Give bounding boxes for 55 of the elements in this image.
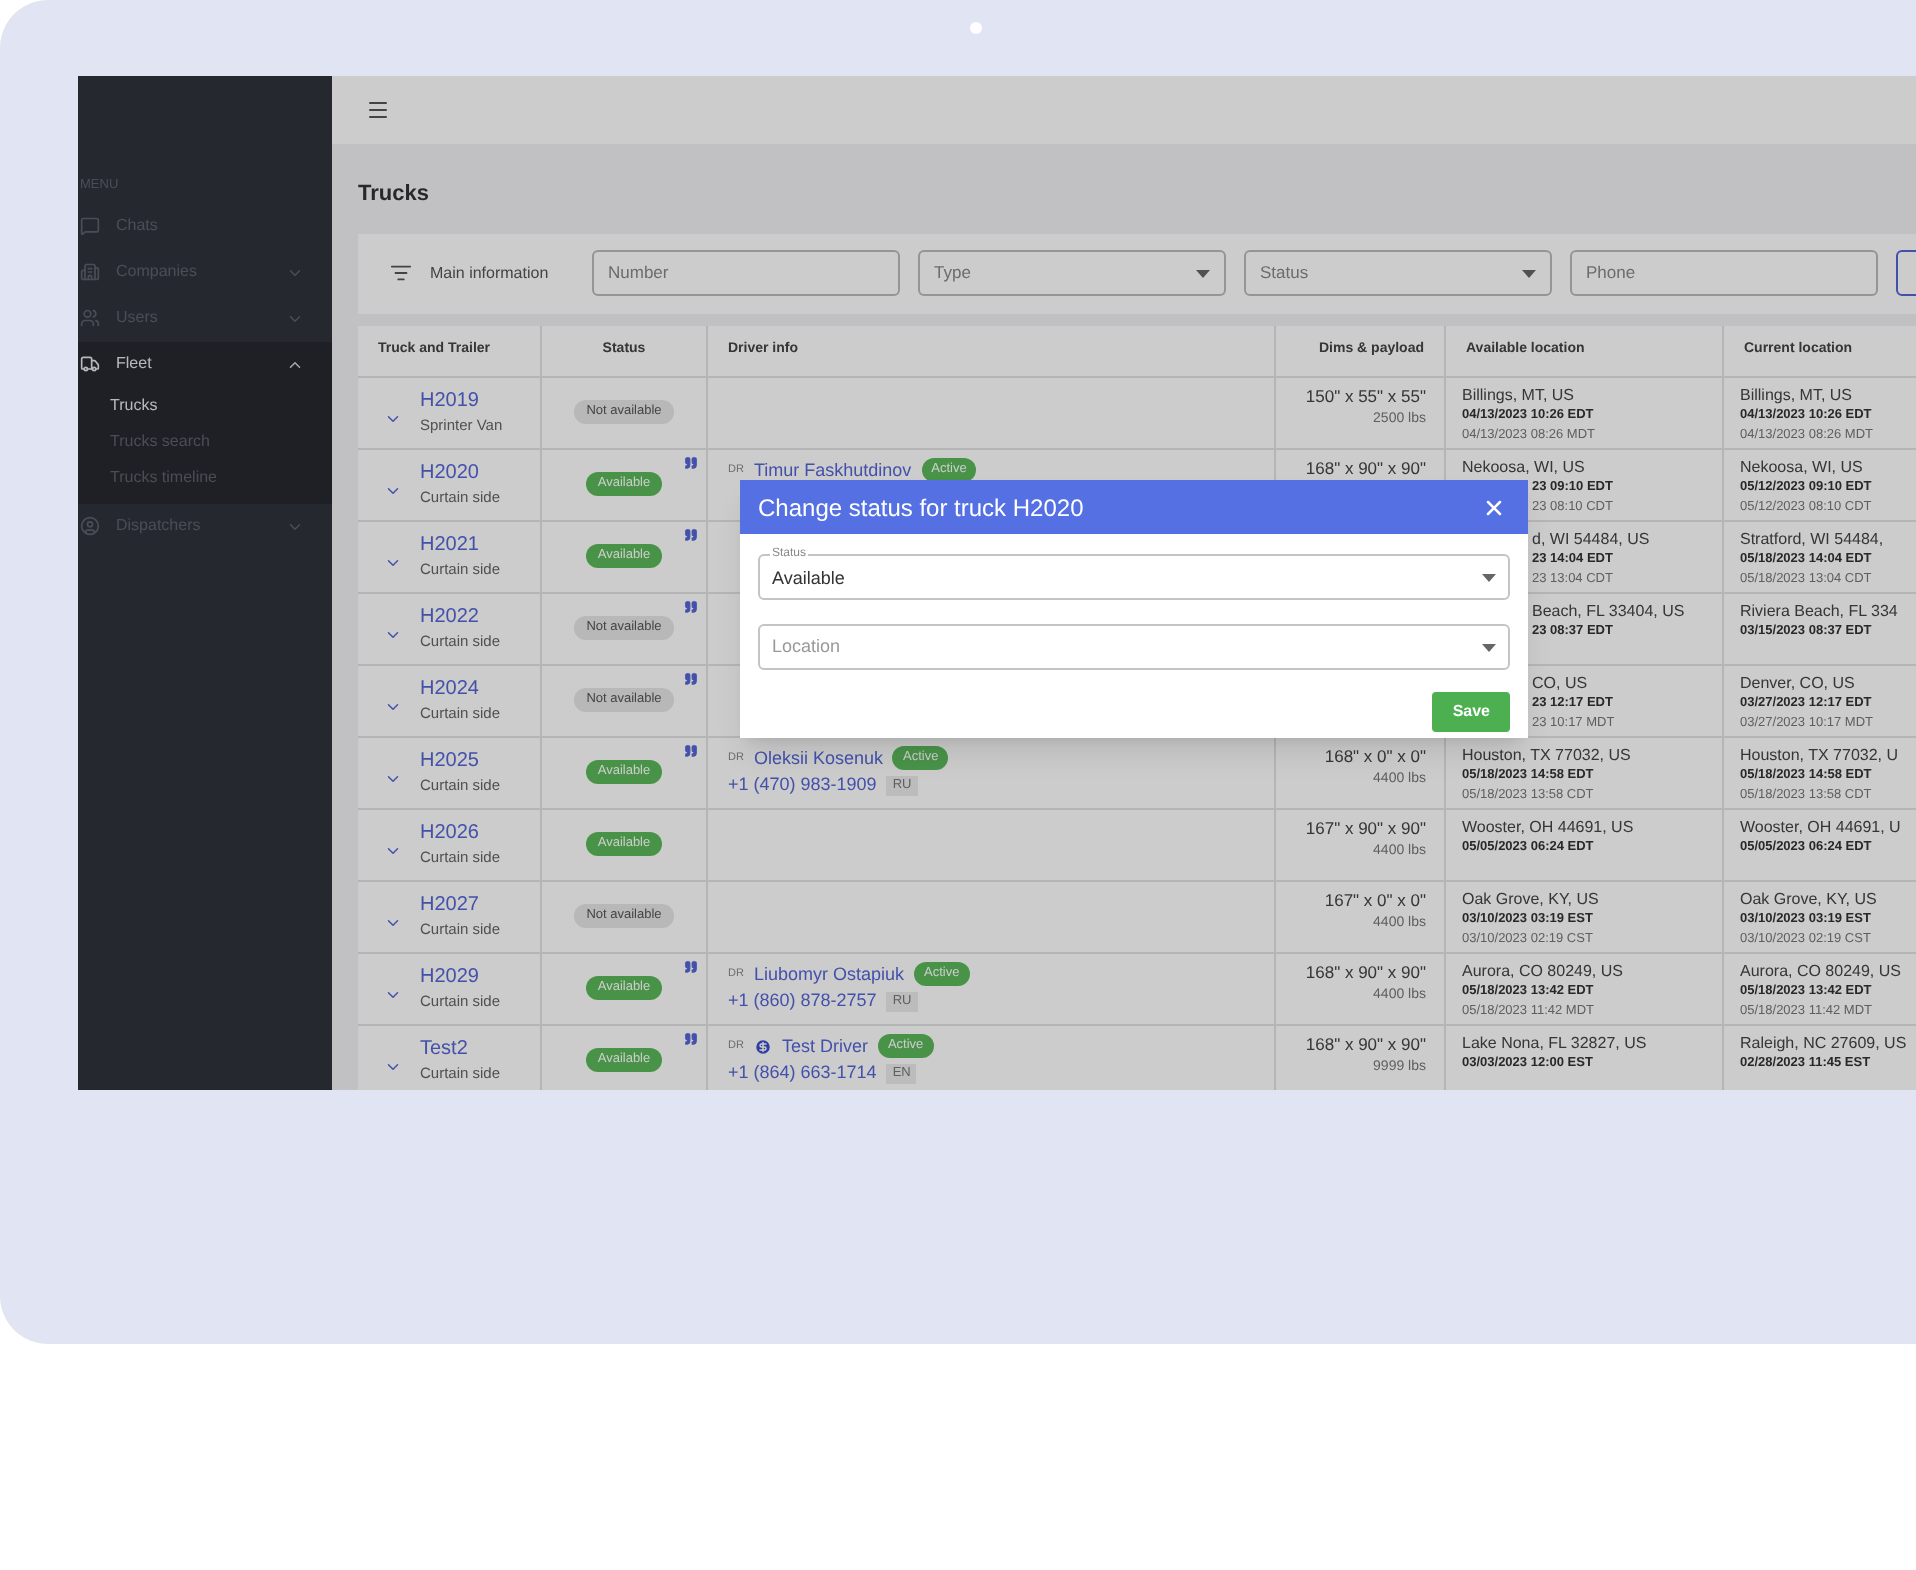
truck-number-link[interactable]: H2029 bbox=[420, 965, 501, 989]
truck-number-link[interactable]: H2026 bbox=[420, 821, 501, 845]
available-location: CO, US bbox=[1532, 673, 1588, 693]
select-field[interactable]: Status bbox=[1244, 250, 1552, 296]
available-location: Billings, MT, US bbox=[1462, 385, 1577, 405]
dimensions: 167" x 90" x 90" bbox=[1305, 815, 1426, 839]
select-field[interactable]: Type bbox=[918, 250, 1226, 296]
current-location: Billings, MT, US bbox=[1740, 385, 1855, 405]
dimensions: 168" x 90" x 90" bbox=[1305, 455, 1426, 479]
current-location: Denver, CO, US bbox=[1740, 673, 1857, 693]
dimensions: 150" x 55" x 55" bbox=[1305, 383, 1426, 407]
page-title: Trucks bbox=[356, 180, 431, 210]
current-location: Nekoosa, WI, US bbox=[1740, 457, 1865, 477]
current-location: Stratford, WI 54484, bbox=[1740, 529, 1886, 549]
save-button[interactable]: Save bbox=[1432, 692, 1510, 732]
current-location: Raleigh, NC 27609, US bbox=[1740, 1033, 1909, 1053]
available-location: Nekoosa, WI, US bbox=[1462, 457, 1587, 477]
available-location: Beach, FL 33404, US bbox=[1532, 601, 1685, 621]
dimensions: 167" x 0" x 0" bbox=[1324, 887, 1426, 911]
driver-name-link[interactable]: Timur Faskhutdinov bbox=[753, 457, 912, 484]
dimensions: 168" x 90" x 90" bbox=[1305, 1031, 1426, 1055]
driver-name-link[interactable]: Oleksii Kosenuk bbox=[753, 745, 883, 772]
sidebar-subitem[interactable]: Trucks bbox=[78, 387, 332, 424]
current-location: Riviera Beach, FL 334 bbox=[1740, 601, 1900, 621]
current-location: Oak Grove, KY, US bbox=[1740, 889, 1879, 909]
available-location: Houston, TX 77032, US bbox=[1462, 745, 1633, 765]
current-location: Houston, TX 77032, U bbox=[1740, 745, 1901, 765]
available-location: Aurora, CO 80249, US bbox=[1462, 961, 1625, 981]
available-location: d, WI 54484, US bbox=[1532, 529, 1650, 549]
current-location: Wooster, OH 44691, U bbox=[1740, 817, 1903, 837]
available-location: Lake Nona, FL 32827, US bbox=[1462, 1033, 1649, 1053]
available-location: Oak Grove, KY, US bbox=[1462, 889, 1601, 909]
current-location: Aurora, CO 80249, US bbox=[1740, 961, 1903, 981]
driver-phone-link[interactable]: +1 (860) 878-2757 bbox=[728, 988, 877, 1015]
truck-number-link[interactable]: H2024 bbox=[420, 677, 501, 701]
truck-number-link[interactable]: H2019 bbox=[420, 389, 503, 413]
available-location: Wooster, OH 44691, US bbox=[1462, 817, 1636, 837]
input-field[interactable]: Number bbox=[592, 250, 900, 296]
truck-number-link[interactable]: Test2 bbox=[420, 1037, 501, 1061]
dimensions: 168" x 90" x 90" bbox=[1305, 959, 1426, 983]
select-field[interactable]: Location bbox=[758, 624, 1510, 670]
truck-number-link[interactable]: H2027 bbox=[420, 893, 501, 917]
filter-label: Main information bbox=[430, 261, 551, 285]
dialog-title: Change status for truck H2020 bbox=[758, 491, 1084, 525]
sidebar-item[interactable]: Fleet bbox=[78, 341, 332, 388]
driver-phone-link[interactable]: +1 (864) 663-1714 bbox=[728, 1060, 877, 1087]
input-field[interactable]: Phone bbox=[1570, 250, 1878, 296]
driver-phone-link[interactable]: +1 (470) 983-1909 bbox=[728, 772, 877, 799]
truck-number-link[interactable]: H2020 bbox=[420, 461, 501, 485]
truck-number-link[interactable]: H2025 bbox=[420, 749, 501, 773]
dimensions: 168" x 0" x 0" bbox=[1324, 743, 1426, 767]
truck-number-link[interactable]: H2021 bbox=[420, 533, 501, 557]
driver-name-link[interactable]: Test Driver bbox=[781, 1033, 868, 1060]
driver-name-link[interactable]: Liubomyr Ostapiuk bbox=[753, 961, 904, 988]
truck-number-link[interactable]: H2022 bbox=[420, 605, 501, 629]
